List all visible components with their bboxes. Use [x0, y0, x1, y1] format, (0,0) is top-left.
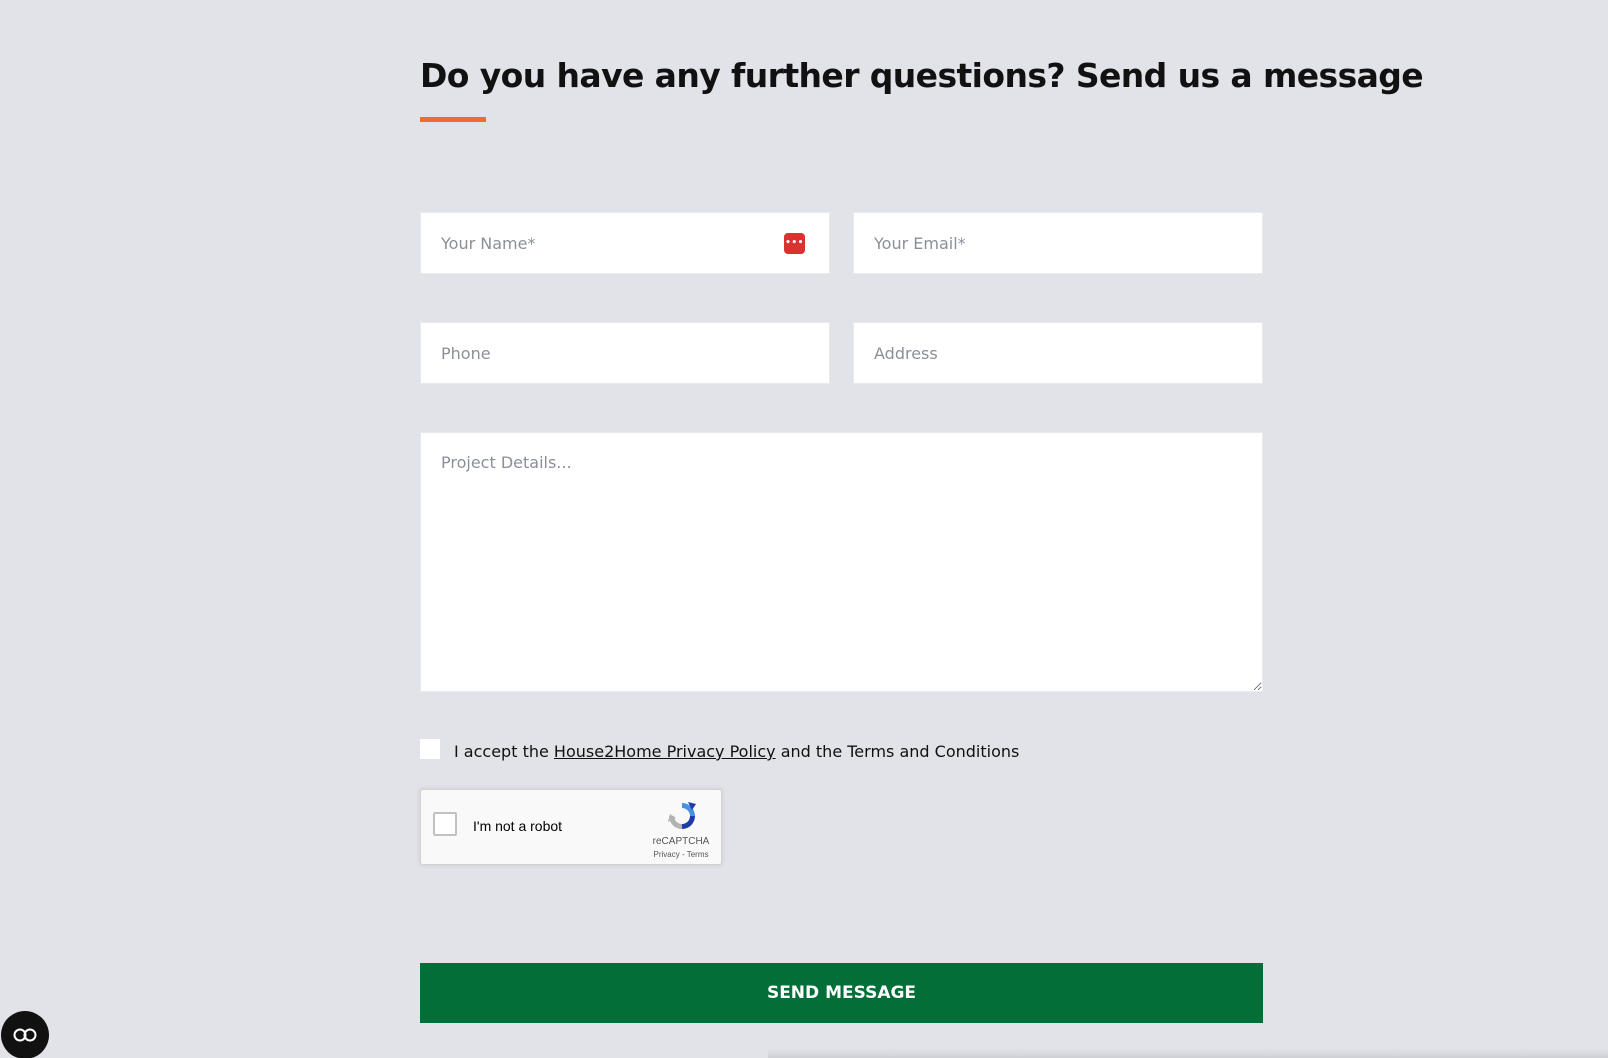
recaptcha-brand: reCAPTCHA	[652, 836, 710, 847]
title-underline-accent	[420, 117, 486, 122]
bottom-edge-shadow	[768, 1048, 1608, 1058]
accessibility-toggle-icon	[13, 1028, 37, 1042]
name-field[interactable]	[420, 212, 830, 274]
password-manager-icon[interactable]: •••	[784, 233, 805, 254]
consent-prefix: I accept the	[454, 742, 549, 761]
address-field[interactable]	[853, 322, 1263, 384]
send-message-button[interactable]: SEND MESSAGE	[420, 963, 1263, 1023]
consent-suffix: and the Terms and Conditions	[780, 742, 1020, 761]
privacy-consent-checkbox[interactable]	[420, 739, 440, 759]
recaptcha-privacy-terms-links[interactable]: Privacy - Terms	[645, 850, 717, 859]
recaptcha-label: I'm not a robot	[473, 818, 563, 834]
phone-field[interactable]	[420, 322, 830, 384]
accessibility-toggle-button[interactable]	[1, 1011, 49, 1058]
privacy-consent-label: I accept the House2Home Privacy Policy a…	[454, 742, 1019, 761]
recaptcha-logo-icon	[668, 802, 696, 829]
contact-page: Do you have any further questions? Send …	[0, 0, 1608, 1058]
privacy-policy-link[interactable]: House2Home Privacy Policy	[554, 742, 776, 761]
recaptcha-widget: I'm not a robot reCAPTCHA Privacy - Term…	[420, 789, 722, 865]
email-field[interactable]	[853, 212, 1263, 274]
page-title: Do you have any further questions? Send …	[420, 56, 1424, 95]
recaptcha-checkbox[interactable]	[433, 812, 457, 836]
project-details-field[interactable]	[420, 432, 1263, 692]
